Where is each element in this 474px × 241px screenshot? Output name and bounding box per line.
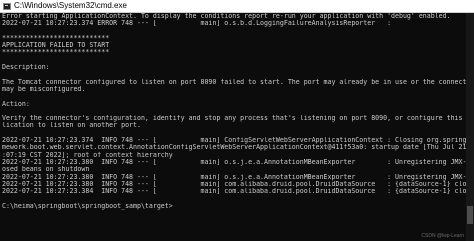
console-line: Verify the connector's configuration, id… bbox=[2, 115, 466, 123]
console-line: 2022-07-21 10:27:23.374 INFO 748 --- [ m… bbox=[2, 137, 466, 145]
cmd-window: C:\Windows\System32\cmd.exe Error starti… bbox=[0, 0, 474, 241]
console-line: :07:19 CST 2022]; root of context hierar… bbox=[2, 151, 173, 159]
console-line: The Tomcat connector configured to liste… bbox=[2, 78, 466, 86]
vertical-scrollbar[interactable] bbox=[466, 13, 474, 241]
console-line: lication to listen on another port. bbox=[2, 122, 141, 130]
cmd-icon bbox=[3, 2, 11, 10]
scrollbar-thumb[interactable] bbox=[467, 206, 473, 224]
console-line: 2022-07-21 10:27:23.380 INFO 748 --- [ m… bbox=[2, 180, 466, 188]
console-line: APPLICATION FAILED TO START bbox=[2, 42, 110, 50]
console-line: osed beans on shutdown bbox=[2, 166, 90, 174]
console-line: 2022-07-21 10:27:23.380 INFO 748 --- [ m… bbox=[2, 158, 466, 166]
console-line: 2022-07-21 10:27:23.384 INFO 748 --- [ m… bbox=[2, 188, 466, 196]
console-line: may be misconfigured. bbox=[2, 85, 86, 93]
console-line: Error starting ApplicationContext. To di… bbox=[2, 13, 451, 20]
window-title: C:\Windows\System32\cmd.exe bbox=[14, 1, 127, 10]
console-output[interactable]: Error starting ApplicationContext. To di… bbox=[0, 13, 466, 241]
console-line: 2022-07-21 10:27:23.380 INFO 748 --- [ m… bbox=[2, 173, 466, 181]
console-line: *************************** bbox=[2, 34, 110, 42]
title-bar[interactable]: C:\Windows\System32\cmd.exe bbox=[0, 0, 474, 13]
console-line: C:\heima\springboot\springboot_samp\targ… bbox=[2, 202, 173, 210]
console-line: Action: bbox=[2, 100, 30, 108]
console-line: 2022-07-21 10:27:23.374 ERROR 748 --- [ … bbox=[2, 20, 392, 28]
console-line: *************************** bbox=[2, 49, 110, 57]
console-line: mework.boot.web.servlet.context.Annotati… bbox=[2, 144, 466, 152]
watermark: CSDN @lwp-Learn bbox=[421, 233, 464, 239]
console-line: Description: bbox=[2, 64, 50, 72]
